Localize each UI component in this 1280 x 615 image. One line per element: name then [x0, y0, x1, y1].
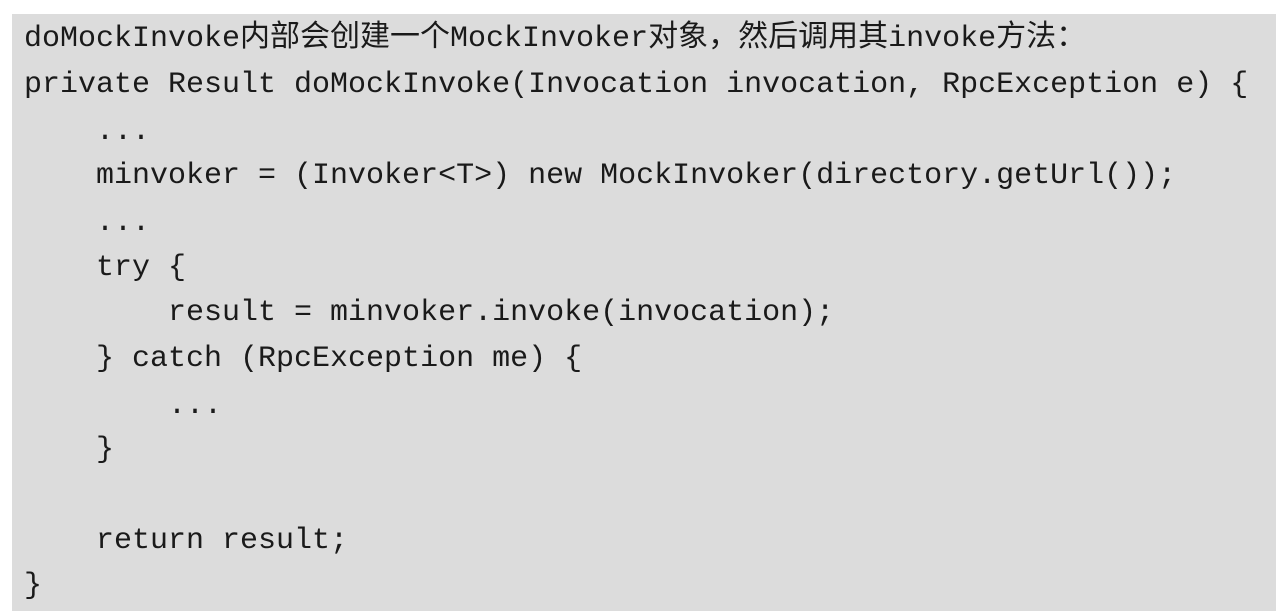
code-line-7: } catch (RpcException me) {: [24, 342, 583, 376]
code-line-11: return result;: [24, 524, 349, 558]
code-line-12: }: [24, 569, 43, 603]
code-line-9: }: [24, 433, 115, 467]
code-line-5: try {: [24, 251, 187, 285]
code-line-1: private Result doMockInvoke(Invocation i…: [24, 68, 1249, 102]
code-line-6: result = minvoker.invoke(invocation);: [24, 296, 835, 330]
code-line-4: ...: [24, 206, 151, 240]
intro-text: doMockInvoke内部会创建一个MockInvoker对象，然后调用其in…: [24, 22, 1087, 56]
code-line-8: ...: [24, 389, 223, 423]
document-page: doMockInvoke内部会创建一个MockInvoker对象，然后调用其in…: [0, 0, 1280, 615]
code-line-2: ...: [24, 115, 151, 149]
code-line-3: minvoker = (Invoker<T>) new MockInvoker(…: [24, 159, 1177, 193]
code-block: doMockInvoke内部会创建一个MockInvoker对象，然后调用其in…: [12, 14, 1276, 611]
